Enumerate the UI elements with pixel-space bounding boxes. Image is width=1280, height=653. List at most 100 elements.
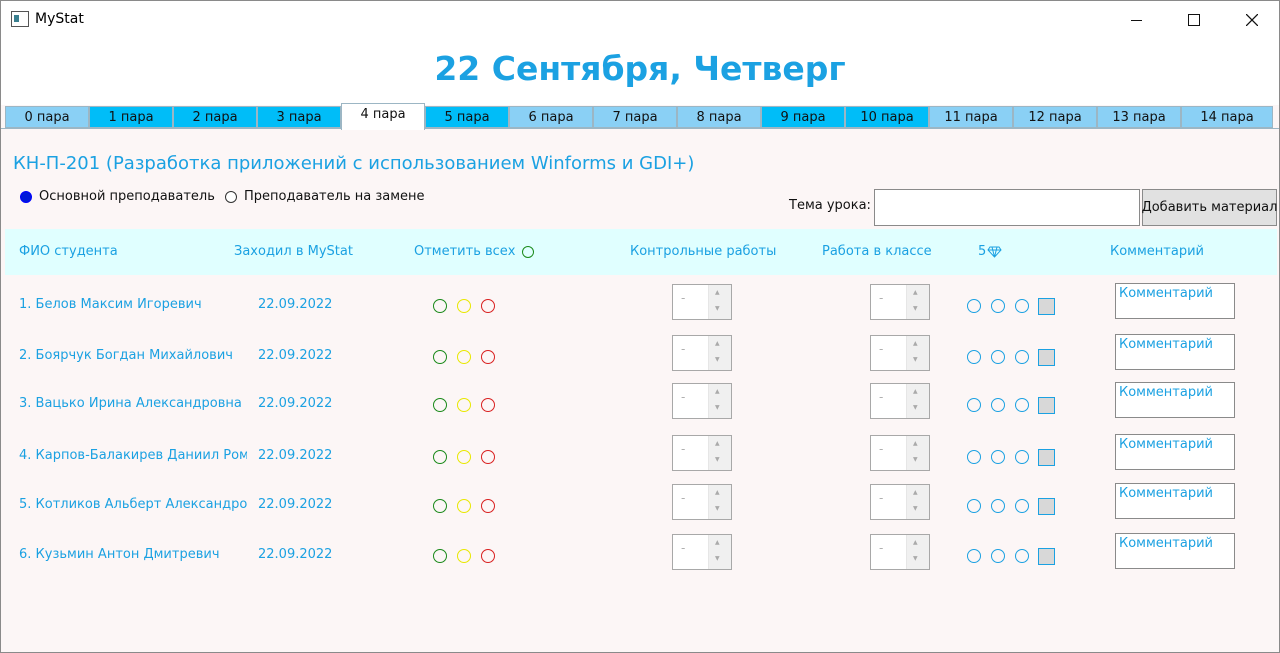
- attendance-absent-radio[interactable]: [481, 398, 495, 412]
- test-grade-stepper[interactable]: - ▲ ▼: [672, 335, 732, 371]
- attendance-absent-radio[interactable]: [481, 450, 495, 464]
- reward-radio-1[interactable]: [967, 398, 981, 412]
- test-grade-stepper[interactable]: - ▲ ▼: [672, 484, 732, 520]
- chevron-up-icon[interactable]: ▲: [715, 340, 720, 347]
- tab-para-9[interactable]: 9 пара: [761, 106, 845, 128]
- reward-radio-3[interactable]: [1015, 398, 1029, 412]
- reward-checkbox[interactable]: [1038, 397, 1055, 414]
- maximize-button[interactable]: [1165, 1, 1223, 39]
- reward-radio-3[interactable]: [1015, 299, 1029, 313]
- classwork-grade-arrows[interactable]: ▲ ▼: [906, 336, 929, 370]
- test-grade-arrows[interactable]: ▲ ▼: [708, 285, 731, 319]
- comment-field[interactable]: Комментарий: [1115, 283, 1235, 319]
- tab-para-6[interactable]: 6 пара: [509, 106, 593, 128]
- reward-radio-1[interactable]: [967, 450, 981, 464]
- radio-substitute-teacher-circle[interactable]: [225, 190, 237, 203]
- test-grade-arrows[interactable]: ▲ ▼: [708, 485, 731, 519]
- attendance-present-radio[interactable]: [433, 549, 447, 563]
- chevron-up-icon[interactable]: ▲: [715, 388, 720, 395]
- chevron-down-icon[interactable]: ▼: [913, 305, 918, 312]
- attendance-absent-radio[interactable]: [481, 549, 495, 563]
- reward-radio-2[interactable]: [991, 450, 1005, 464]
- chevron-down-icon[interactable]: ▼: [913, 356, 918, 363]
- attendance-late-radio[interactable]: [457, 499, 471, 513]
- tab-para-13[interactable]: 13 пара: [1097, 106, 1181, 128]
- reward-radio-3[interactable]: [1015, 350, 1029, 364]
- classwork-grade-stepper[interactable]: - ▲ ▼: [870, 534, 930, 570]
- attendance-absent-radio[interactable]: [481, 350, 495, 364]
- chevron-down-icon[interactable]: ▼: [715, 505, 720, 512]
- chevron-up-icon[interactable]: ▲: [913, 440, 918, 447]
- tab-para-8[interactable]: 8 пара: [677, 106, 761, 128]
- comment-field[interactable]: Комментарий: [1115, 334, 1235, 370]
- tab-para-11[interactable]: 11 пара: [929, 106, 1013, 128]
- attendance-absent-radio[interactable]: [481, 499, 495, 513]
- tab-para-0[interactable]: 0 пара: [5, 106, 89, 128]
- classwork-grade-stepper[interactable]: - ▲ ▼: [870, 484, 930, 520]
- attendance-late-radio[interactable]: [457, 350, 471, 364]
- classwork-grade-arrows[interactable]: ▲ ▼: [906, 285, 929, 319]
- radio-main-teacher-circle[interactable]: [20, 190, 32, 203]
- tab-para-14[interactable]: 14 пара: [1181, 106, 1273, 128]
- classwork-grade-arrows[interactable]: ▲ ▼: [906, 384, 929, 418]
- attendance-present-radio[interactable]: [433, 450, 447, 464]
- reward-radio-2[interactable]: [991, 549, 1005, 563]
- attendance-present-radio[interactable]: [433, 350, 447, 364]
- chevron-up-icon[interactable]: ▲: [913, 340, 918, 347]
- attendance-late-radio[interactable]: [457, 450, 471, 464]
- test-grade-stepper[interactable]: - ▲ ▼: [672, 534, 732, 570]
- test-grade-arrows[interactable]: ▲ ▼: [708, 384, 731, 418]
- tab-para-5[interactable]: 5 пара: [425, 106, 509, 128]
- chevron-up-icon[interactable]: ▲: [913, 539, 918, 546]
- reward-radio-3[interactable]: [1015, 450, 1029, 464]
- chevron-up-icon[interactable]: ▲: [715, 489, 720, 496]
- attendance-late-radio[interactable]: [457, 549, 471, 563]
- reward-checkbox[interactable]: [1038, 548, 1055, 565]
- reward-radio-1[interactable]: [967, 499, 981, 513]
- classwork-grade-arrows[interactable]: ▲ ▼: [906, 436, 929, 470]
- test-grade-arrows[interactable]: ▲ ▼: [708, 336, 731, 370]
- test-grade-arrows[interactable]: ▲ ▼: [708, 535, 731, 569]
- chevron-down-icon[interactable]: ▼: [913, 505, 918, 512]
- attendance-present-radio[interactable]: [433, 398, 447, 412]
- reward-radio-2[interactable]: [991, 350, 1005, 364]
- chevron-up-icon[interactable]: ▲: [715, 539, 720, 546]
- reward-radio-2[interactable]: [991, 499, 1005, 513]
- chevron-down-icon[interactable]: ▼: [913, 456, 918, 463]
- tab-para-1[interactable]: 1 пара: [89, 106, 173, 128]
- chevron-up-icon[interactable]: ▲: [715, 289, 720, 296]
- attendance-late-radio[interactable]: [457, 299, 471, 313]
- reward-checkbox[interactable]: [1038, 449, 1055, 466]
- comment-field[interactable]: Комментарий: [1115, 483, 1235, 519]
- attendance-late-radio[interactable]: [457, 398, 471, 412]
- chevron-down-icon[interactable]: ▼: [913, 555, 918, 562]
- tab-para-12[interactable]: 12 пара: [1013, 106, 1097, 128]
- attendance-present-radio[interactable]: [433, 299, 447, 313]
- test-grade-stepper[interactable]: - ▲ ▼: [672, 284, 732, 320]
- attendance-absent-radio[interactable]: [481, 299, 495, 313]
- chevron-up-icon[interactable]: ▲: [913, 289, 918, 296]
- chevron-up-icon[interactable]: ▲: [913, 388, 918, 395]
- reward-radio-1[interactable]: [967, 350, 981, 364]
- chevron-down-icon[interactable]: ▼: [715, 356, 720, 363]
- comment-field[interactable]: Комментарий: [1115, 533, 1235, 569]
- reward-radio-2[interactable]: [991, 398, 1005, 412]
- classwork-grade-stepper[interactable]: - ▲ ▼: [870, 383, 930, 419]
- chevron-down-icon[interactable]: ▼: [715, 305, 720, 312]
- classwork-grade-stepper[interactable]: - ▲ ▼: [870, 435, 930, 471]
- topic-input[interactable]: [874, 189, 1140, 226]
- chevron-down-icon[interactable]: ▼: [715, 555, 720, 562]
- chevron-up-icon[interactable]: ▲: [715, 440, 720, 447]
- reward-checkbox[interactable]: [1038, 498, 1055, 515]
- test-grade-stepper[interactable]: - ▲ ▼: [672, 435, 732, 471]
- reward-checkbox[interactable]: [1038, 349, 1055, 366]
- chevron-down-icon[interactable]: ▼: [715, 404, 720, 411]
- mark-all-radio[interactable]: [521, 245, 534, 258]
- close-button[interactable]: [1223, 1, 1279, 39]
- tab-para-2[interactable]: 2 пара: [173, 106, 257, 128]
- reward-radio-1[interactable]: [967, 299, 981, 313]
- reward-radio-3[interactable]: [1015, 549, 1029, 563]
- test-grade-stepper[interactable]: - ▲ ▼: [672, 383, 732, 419]
- radio-main-teacher[interactable]: Основной преподаватель: [20, 189, 215, 204]
- reward-radio-3[interactable]: [1015, 499, 1029, 513]
